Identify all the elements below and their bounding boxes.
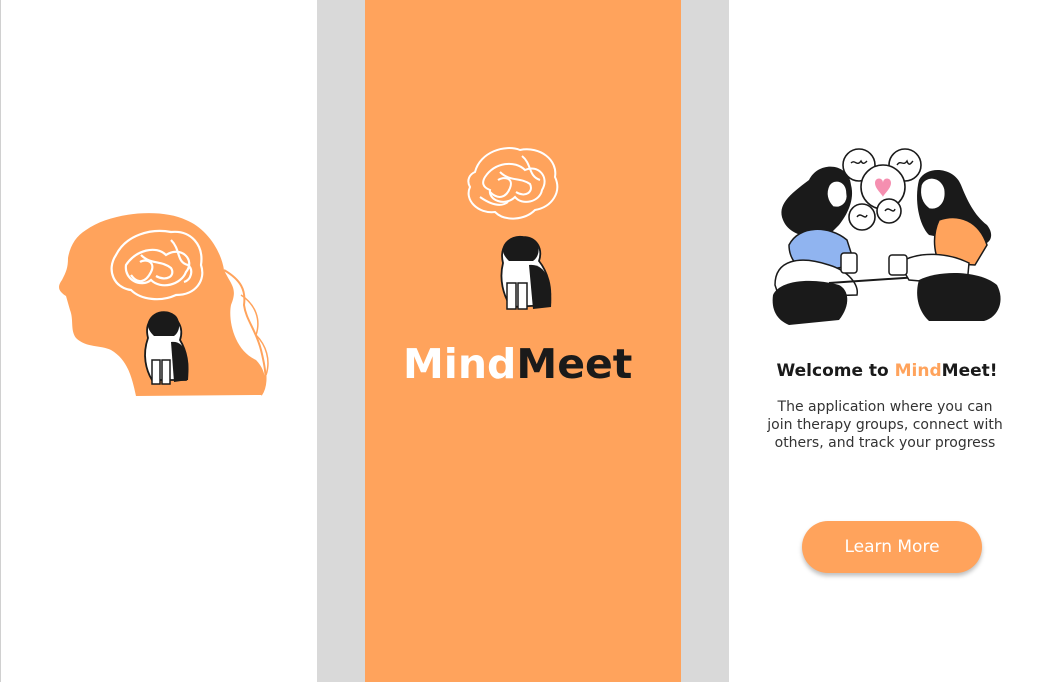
two-women-talking-illustration: [772, 148, 1001, 325]
welcome-heading: Welcome to MindMeet!: [729, 361, 1045, 381]
welcome-description: The application where you can join thera…: [767, 399, 1003, 451]
welcome-brand-mind: Mind: [894, 361, 942, 381]
welcome-prefix: Welcome to: [776, 361, 895, 381]
welcome-brand-meet: Meet!: [941, 361, 998, 381]
welcome-screen: Welcome to MindMeet! The application whe…: [729, 0, 1045, 682]
mindmeet-logo: MindMeet: [403, 340, 643, 388]
tangled-thoughts-icon: [467, 147, 559, 220]
onboarding-screen-1: [0, 0, 317, 682]
logo-mind: Mind: [403, 340, 517, 388]
logo-meet: Meet: [516, 340, 633, 388]
head-silhouette-illustration: [59, 213, 269, 396]
learn-more-button[interactable]: Learn More: [802, 521, 982, 573]
sad-person-illustration: [500, 235, 552, 310]
splash-screen: MindMeet: [365, 0, 681, 682]
